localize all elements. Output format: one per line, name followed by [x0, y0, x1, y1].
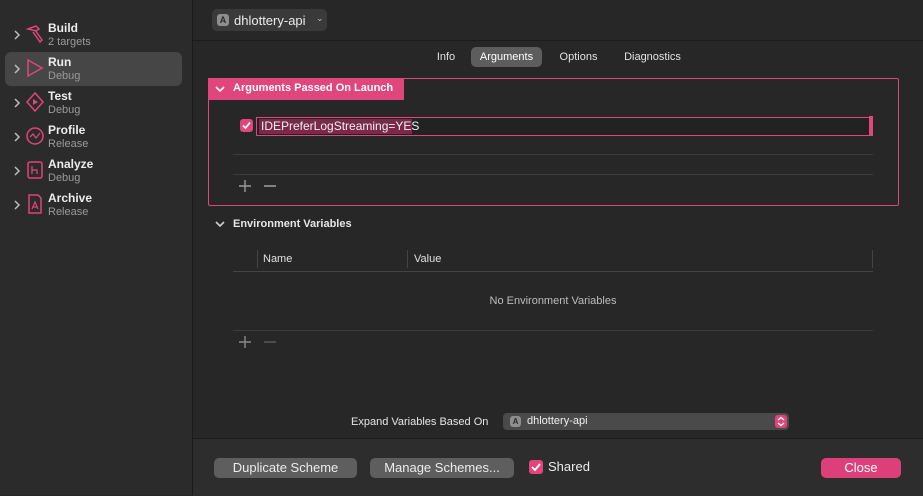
analyze-icon	[27, 161, 43, 179]
sidebar-item-profile[interactable]: Profile Release	[5, 120, 182, 154]
row-divider	[233, 154, 873, 155]
argument-value-field[interactable]: IDEPreferLogStreaming=YES	[256, 117, 870, 136]
archive-icon	[28, 194, 42, 214]
column-separator	[407, 250, 408, 268]
sidebar-item-title: Profile	[48, 123, 86, 137]
expand-variables-value: dhlottery-api	[527, 415, 588, 427]
play-icon	[27, 58, 44, 78]
column-separator	[872, 250, 873, 268]
column-separator	[257, 250, 258, 268]
scheme-selector[interactable]: A dhlottery-api ⌄	[212, 9, 327, 31]
environment-section-title: Environment Variables	[233, 218, 352, 230]
sidebar-item-subtitle: Debug	[48, 104, 81, 116]
arguments-section-header[interactable]: Arguments Passed On Launch	[208, 78, 404, 100]
sidebar-item-title: Test	[48, 89, 72, 103]
column-header-value[interactable]: Value	[414, 253, 441, 265]
scheme-name: dhlottery-api	[234, 13, 306, 28]
chevron-right-icon[interactable]	[11, 130, 23, 144]
sidebar-item-title: Analyze	[48, 157, 94, 171]
shared-label[interactable]: Shared	[548, 459, 590, 474]
header-divider	[233, 271, 873, 272]
column-header-name[interactable]: Name	[263, 253, 292, 265]
tab-arguments[interactable]: Arguments	[471, 47, 542, 67]
sidebar-item-build[interactable]: Build 2 targets	[5, 18, 182, 52]
sidebar-item-subtitle: Debug	[48, 172, 81, 184]
argument-scroll-indicator	[869, 116, 873, 136]
chevron-right-icon[interactable]	[11, 198, 23, 212]
sidebar-item-title: Archive	[48, 191, 93, 205]
chevron-right-icon[interactable]	[11, 62, 23, 76]
row-divider	[233, 330, 873, 331]
chevron-down-icon	[215, 86, 225, 93]
sidebar-item-title: Run	[48, 55, 72, 69]
sidebar-item-archive[interactable]: Archive Release	[5, 188, 182, 222]
argument-enabled-checkbox[interactable]	[240, 119, 253, 132]
sidebar-item-subtitle: Debug	[48, 70, 81, 82]
argument-value-text: IDEPreferLogStreaming=YES	[261, 119, 420, 133]
empty-state-message: No Environment Variables	[489, 295, 617, 307]
tab-options[interactable]: Options	[550, 47, 607, 67]
checkmark-icon	[531, 463, 541, 472]
expand-variables-label: Expand Variables Based On	[351, 416, 489, 428]
chevron-right-icon[interactable]	[11, 96, 23, 110]
sidebar-item-test[interactable]: Test Debug	[5, 86, 182, 120]
sidebar-item-run[interactable]: Run Debug	[5, 52, 182, 86]
add-variable-button[interactable]	[238, 335, 252, 349]
gauge-icon	[26, 127, 44, 145]
chevron-down-icon[interactable]	[215, 219, 225, 229]
chevron-right-icon[interactable]	[11, 28, 23, 42]
arguments-section-title: Arguments Passed On Launch	[233, 82, 394, 94]
checkmark-icon	[242, 121, 251, 130]
duplicate-scheme-button[interactable]: Duplicate Scheme	[214, 458, 357, 478]
manage-schemes-button[interactable]: Manage Schemes...	[370, 458, 514, 478]
tab-info[interactable]: Info	[428, 47, 464, 67]
expand-variables-popup[interactable]: A dhlottery-api	[503, 413, 789, 430]
sidebar-item-analyze[interactable]: Analyze Debug	[5, 154, 182, 188]
chevron-right-icon[interactable]	[11, 164, 23, 178]
hammer-icon	[25, 25, 43, 44]
add-argument-button[interactable]	[238, 179, 252, 193]
sidebar-item-subtitle: 2 targets	[48, 36, 91, 48]
header-divider	[193, 40, 923, 41]
row-divider	[233, 174, 873, 175]
sidebar-item-subtitle: Release	[48, 206, 89, 218]
scheme-action-sidebar: Build 2 targets Run Debug Test Debug Pro…	[0, 0, 193, 495]
diamond-play-icon	[25, 91, 45, 113]
popup-stepper-icon	[775, 415, 787, 428]
app-icon: A	[510, 416, 521, 427]
sidebar-item-subtitle: Release	[48, 138, 89, 150]
shared-checkbox[interactable]	[529, 460, 543, 474]
chevron-down-icon: ⌄	[316, 13, 324, 23]
sidebar-item-title: Build	[48, 21, 78, 35]
app-icon: A	[217, 14, 229, 26]
tab-diagnostics[interactable]: Diagnostics	[614, 47, 691, 67]
close-button[interactable]: Close	[821, 458, 901, 478]
remove-variable-button	[264, 341, 276, 343]
remove-argument-button[interactable]	[263, 179, 277, 193]
